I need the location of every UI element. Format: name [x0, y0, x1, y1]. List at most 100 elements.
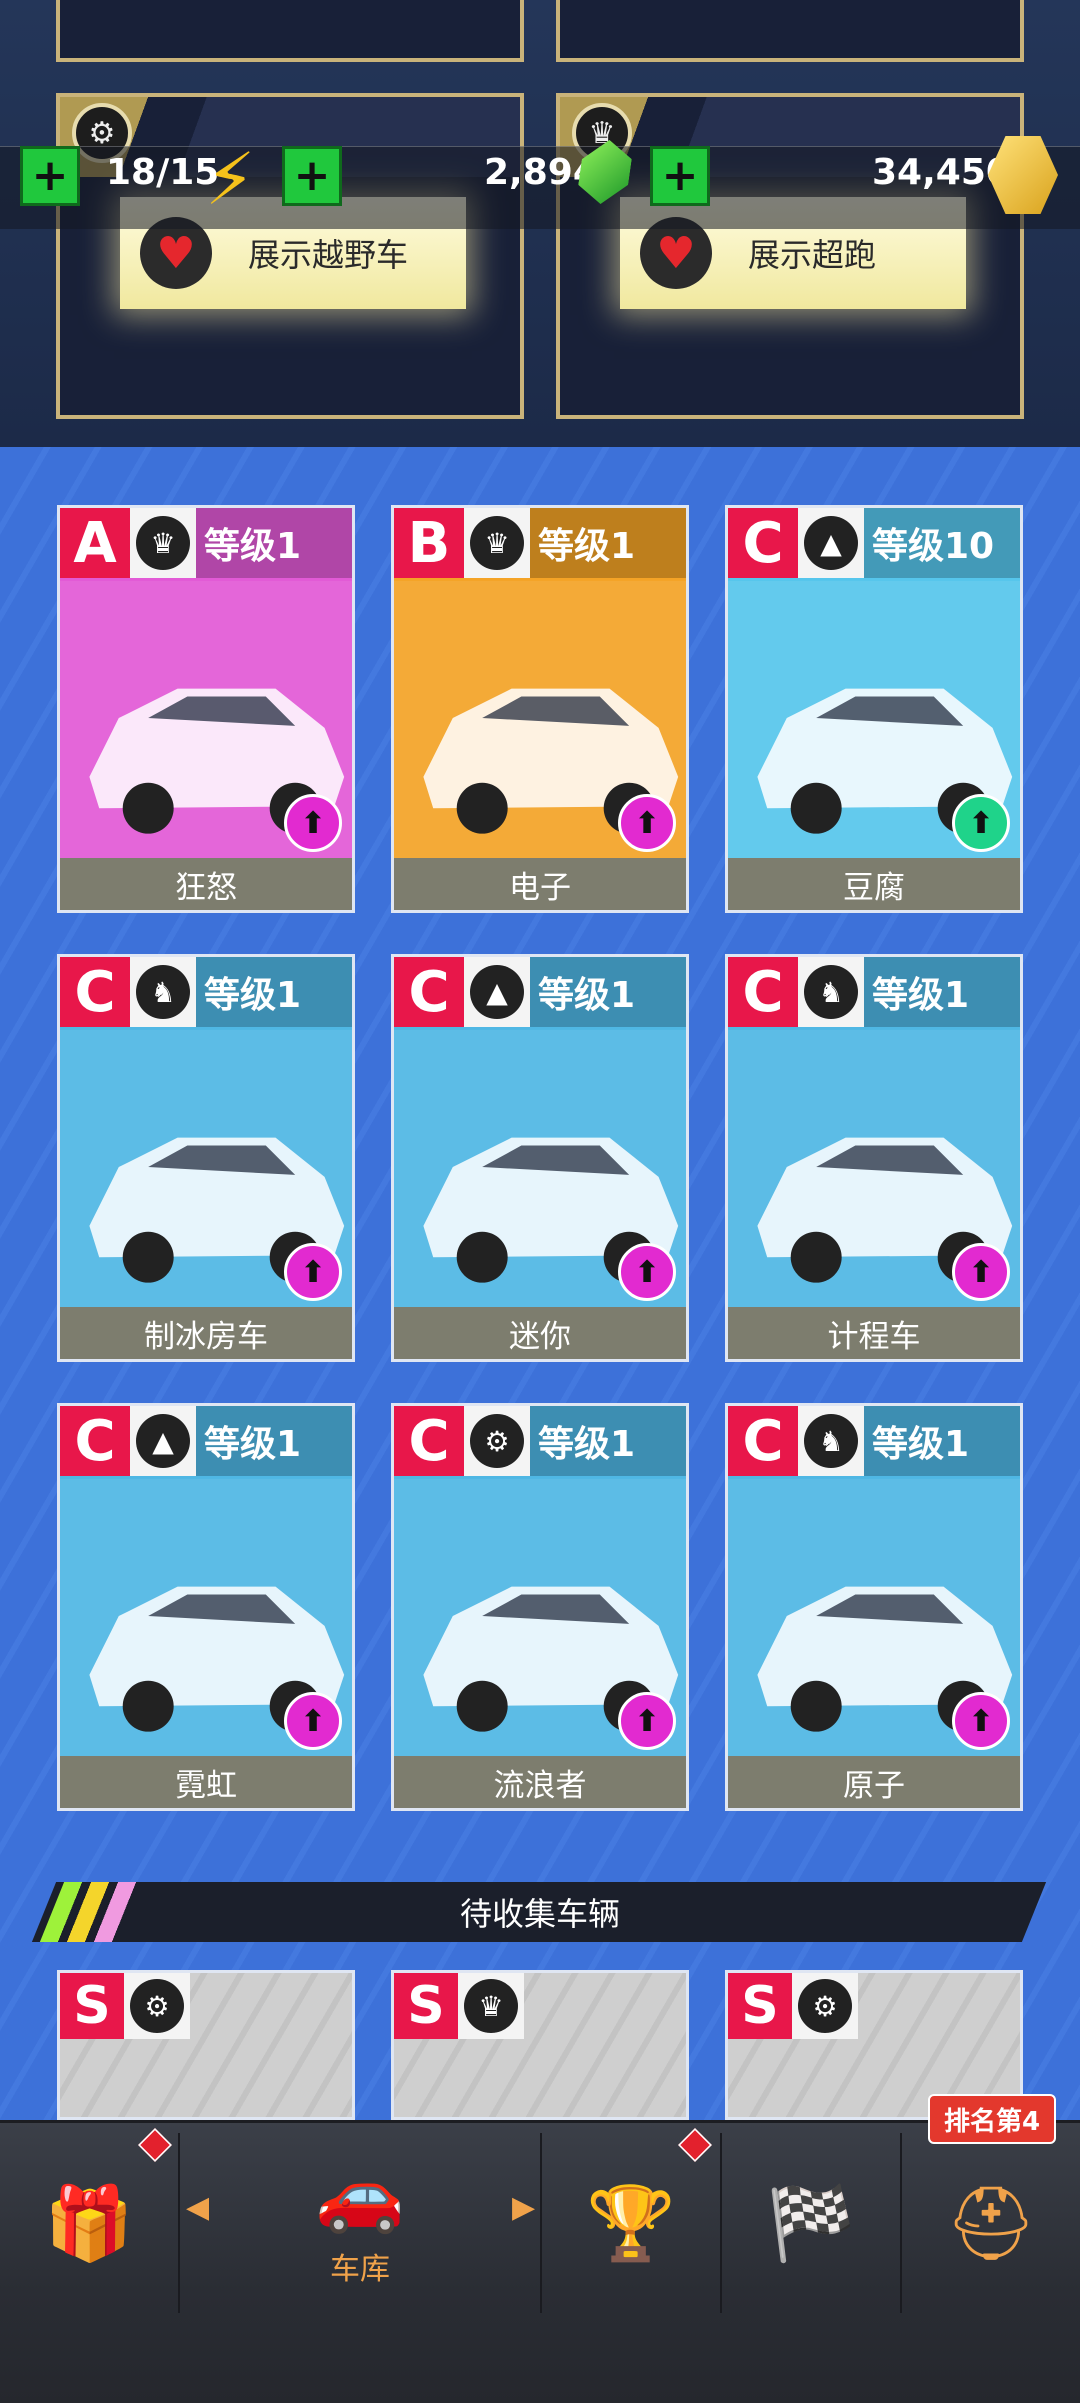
car-card-header: C ▲ 等级1 — [60, 1406, 352, 1476]
car-card-header: C ▲ 等级10 — [728, 508, 1020, 578]
section-title: 待收集车辆 — [459, 1895, 620, 1933]
car-name: 霓虹 — [60, 1756, 352, 1808]
locked-car-card[interactable]: S ⚙ — [57, 1970, 355, 2120]
class-badge: C — [728, 508, 798, 578]
car-level: 等级1 — [864, 957, 1020, 1027]
horse-icon: ♞ — [804, 1414, 858, 1468]
car-name: 狂怒 — [60, 858, 352, 910]
car-name: 制冰房车 — [60, 1307, 352, 1359]
type-badge: ▲ — [798, 508, 864, 578]
car-card[interactable]: C ♞ 等级1 ⬆ 制冰房车 — [57, 954, 355, 1362]
car-level: 等级1 — [864, 1406, 1020, 1476]
road-icon: ▲ — [804, 516, 858, 570]
car-level: 等级1 — [530, 508, 686, 578]
right-arrow-icon[interactable]: ▶ — [512, 2190, 535, 2225]
locked-car-card[interactable]: S ♛ — [391, 1970, 689, 2120]
checkered-flags-icon: 🏁 — [766, 2181, 856, 2265]
upgrade-icon[interactable]: ⬆ — [618, 1692, 676, 1750]
featured-card-offroad[interactable]: ⚙ ♥ 展示越野车 — [56, 93, 524, 419]
class-badge: C — [394, 1406, 464, 1476]
horse-icon: ♞ — [136, 965, 190, 1019]
car-name: 电子 — [394, 858, 686, 910]
crown-icon: ♛ — [136, 516, 190, 570]
class-badge: C — [394, 957, 464, 1027]
car-card[interactable]: C ⚙ 等级1 ⬆ 流浪者 — [391, 1403, 689, 1811]
class-badge: S — [394, 1973, 458, 2039]
car-name: 豆腐 — [728, 858, 1020, 910]
road-icon: ▲ — [136, 1414, 190, 1468]
type-badge: ♞ — [798, 1406, 864, 1476]
trophy-icon: 🏆 — [586, 2181, 676, 2265]
class-badge: C — [60, 1406, 130, 1476]
wheel-icon: ⚙ — [798, 1979, 852, 2033]
car-level: 等级1 — [530, 957, 686, 1027]
car-card-header: C ⚙ 等级1 — [394, 1406, 686, 1476]
rank-badge: 排名第4 — [928, 2094, 1056, 2144]
upgrade-icon[interactable]: ⬆ — [952, 794, 1010, 852]
bolt-icon: ⚡ — [205, 137, 256, 221]
upgrade-icon[interactable]: ⬆ — [284, 794, 342, 852]
type-badge: ♛ — [464, 508, 530, 578]
upgrade-icon[interactable]: ⬆ — [952, 1692, 1010, 1750]
left-arrow-icon[interactable]: ◀ — [186, 2190, 209, 2225]
featured-card-top-left — [56, 0, 524, 62]
type-badge: ♛ — [130, 508, 196, 578]
bottom-nav: 🎁 🚗 车库 🏆 🏁 ⛑ — [0, 2120, 1080, 2403]
upgrade-icon[interactable]: ⬆ — [618, 794, 676, 852]
car-name: 流浪者 — [394, 1756, 686, 1808]
shop-icon: 🎁 — [44, 2181, 134, 2265]
add-gems-button[interactable]: + — [282, 146, 342, 206]
nav-profile[interactable]: ⛑ — [902, 2123, 1080, 2323]
car-card-header: B ♛ 等级1 — [394, 508, 686, 578]
car-card[interactable]: C ♞ 等级1 ⬆ 原子 — [725, 1403, 1023, 1811]
car-card[interactable]: A ♛ 等级1 ⬆ 狂怒 — [57, 505, 355, 913]
car-level: 等级1 — [196, 1406, 352, 1476]
wheel-icon: ⚙ — [470, 1414, 524, 1468]
add-energy-button[interactable]: + — [20, 146, 80, 206]
car-card-header: A ♛ 等级1 — [60, 508, 352, 578]
car-card[interactable]: C ♞ 等级1 ⬆ 计程车 — [725, 954, 1023, 1362]
upgrade-icon[interactable]: ⬆ — [618, 1243, 676, 1301]
type-badge: ♞ — [130, 957, 196, 1027]
car-name: 计程车 — [728, 1307, 1020, 1359]
car-card-header: C ♞ 等级1 — [728, 1406, 1020, 1476]
show-supercar-label: 展示超跑 — [748, 236, 877, 274]
horse-icon: ♞ — [804, 965, 858, 1019]
class-badge: S — [728, 1973, 792, 2039]
car-card[interactable]: C ▲ 等级1 ⬆ 迷你 — [391, 954, 689, 1362]
featured-card-supercar[interactable]: ♛ ♥ 展示超跑 — [556, 93, 1024, 419]
class-badge: C — [728, 1406, 798, 1476]
car-level: 等级1 — [196, 508, 352, 578]
type-badge: ♞ — [798, 957, 864, 1027]
class-badge: A — [60, 508, 130, 578]
upgrade-icon[interactable]: ⬆ — [952, 1243, 1010, 1301]
helmet-icon: ⛑ — [945, 2181, 1037, 2265]
upgrade-icon[interactable]: ⬆ — [284, 1243, 342, 1301]
class-badge: B — [394, 508, 464, 578]
car-card[interactable]: C ▲ 等级10 ⬆ 豆腐 — [725, 505, 1023, 913]
type-badge: ⚙ — [464, 1406, 530, 1476]
car-card-header: C ♞ 等级1 — [60, 957, 352, 1027]
show-offroad-label: 展示越野车 — [248, 236, 409, 274]
road-icon: ▲ — [470, 965, 524, 1019]
car-level: 等级1 — [196, 957, 352, 1027]
add-coins-button[interactable]: + — [650, 146, 710, 206]
car-card-header: C ▲ 等级1 — [394, 957, 686, 1027]
car-level: 等级1 — [530, 1406, 686, 1476]
class-badge: S — [60, 1973, 124, 2039]
garage-car-icon: 🚗 — [315, 2152, 405, 2236]
nav-race[interactable]: 🏁 — [722, 2123, 900, 2323]
type-badge: ▲ — [464, 957, 530, 1027]
class-badge: C — [728, 957, 798, 1027]
crown-icon: ♛ — [470, 516, 524, 570]
wheel-icon: ⚙ — [130, 1979, 184, 2033]
car-name: 迷你 — [394, 1307, 686, 1359]
car-card[interactable]: C ▲ 等级1 ⬆ 霓虹 — [57, 1403, 355, 1811]
garage-label: 车库 — [330, 2252, 390, 2287]
type-badge: ▲ — [130, 1406, 196, 1476]
crown-icon: ♛ — [464, 1979, 518, 2033]
car-level: 等级10 — [864, 508, 1020, 578]
car-card[interactable]: B ♛ 等级1 ⬆ 电子 — [391, 505, 689, 913]
upgrade-icon[interactable]: ⬆ — [284, 1692, 342, 1750]
nav-garage[interactable]: 🚗 车库 — [180, 2123, 540, 2323]
